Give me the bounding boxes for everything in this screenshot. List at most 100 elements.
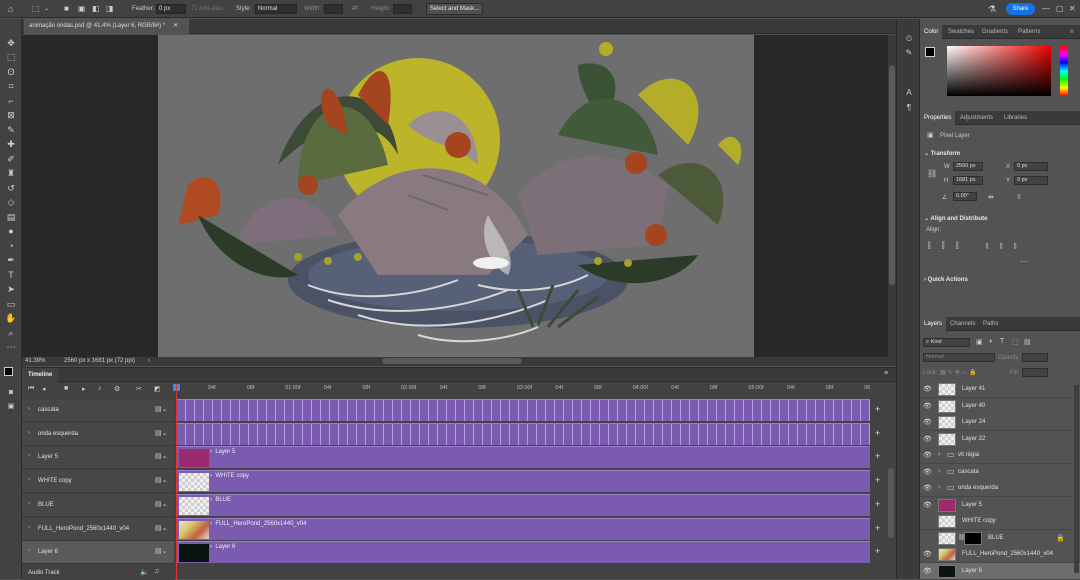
blend-mode-select[interactable]: Normal (923, 353, 995, 362)
kind-filter-select[interactable]: ⌕ Kind (923, 338, 970, 347)
type-tool-icon[interactable]: T (4, 269, 18, 281)
timeline-track-label[interactable]: › cascata ▤⌄ (22, 399, 174, 422)
zoom-level[interactable]: 41.39% (25, 357, 45, 366)
canvas-area[interactable] (22, 35, 888, 357)
visibility-eye-icon[interactable]: 👁 (923, 567, 932, 576)
filter-smart-icon[interactable]: ▤ (1024, 338, 1031, 346)
visibility-eye-icon[interactable] (923, 534, 932, 543)
pen-tool-icon[interactable]: ✒ (4, 254, 18, 266)
visibility-eye-icon[interactable]: 👁 (923, 385, 932, 394)
timeline-track-label[interactable]: › Layer 6 ▤⌄ (22, 541, 174, 564)
music-note-icon[interactable]: ♫ (154, 568, 159, 575)
lock-options-icon[interactable]: ▦✎✥▭🔒 (940, 369, 979, 376)
width-input[interactable] (324, 4, 343, 14)
filmstrip-icon[interactable]: ▤⌄ (155, 452, 167, 460)
add-media-button[interactable]: + (875, 451, 880, 461)
object-select-icon[interactable]: ⌗ (4, 80, 18, 92)
filmstrip-icon[interactable]: ▤⌄ (155, 405, 167, 413)
timeline-track-label[interactable]: › FULL_HeroPond_2560x1440_v04 ▤⌄ (22, 518, 174, 541)
add-selection-icon[interactable]: ▣ (78, 3, 86, 15)
vertical-scroll-thumb[interactable] (889, 65, 895, 285)
eyedropper-icon[interactable]: ✎ (4, 124, 18, 136)
path-select-icon[interactable]: ➤ (4, 283, 18, 295)
x-field[interactable]: 0 px (1014, 162, 1048, 171)
quick-actions-section[interactable]: › Quick Actions (924, 277, 968, 283)
search-flask-icon[interactable]: ⚗ (988, 3, 996, 15)
hue-slider[interactable] (1060, 46, 1068, 96)
frame-strip[interactable] (177, 423, 870, 445)
add-media-button[interactable]: + (875, 523, 880, 533)
tab-paths[interactable]: Paths (979, 317, 1002, 331)
layer-row[interactable]: ⛓ BLUE 🔒 (920, 529, 1080, 547)
expand-arrow-icon[interactable]: › (28, 501, 30, 507)
layer-mask-thumbnail[interactable] (964, 531, 982, 545)
style-select[interactable]: Normal (255, 4, 297, 14)
home-icon[interactable]: ⌂ (8, 3, 13, 15)
screen-mode-icon[interactable]: ▣ (4, 401, 18, 413)
dodge-tool-icon[interactable]: ◔ (4, 240, 18, 252)
filmstrip-icon[interactable]: ▤⌄ (155, 500, 167, 508)
opacity-field[interactable] (1022, 353, 1048, 362)
expand-arrow-icon[interactable]: › (28, 477, 30, 483)
minimize-icon[interactable]: — (1042, 3, 1050, 15)
select-and-mask-button[interactable]: Select and Mask... (426, 3, 483, 15)
tab-swatches[interactable]: Swatches (944, 25, 978, 39)
close-icon[interactable]: ✕ (1069, 3, 1076, 15)
feather-input[interactable]: 0 px (156, 4, 186, 14)
foreground-swatch[interactable] (925, 47, 935, 57)
anti-alias-checkbox[interactable]: ☐ Anti-alias (192, 3, 223, 15)
quick-mask-icon[interactable]: ◙ (4, 387, 18, 399)
layer-row[interactable]: 👁 FULL_HeroPond_2560x1440_v04 (920, 546, 1080, 563)
expand-arrow-icon[interactable]: › (28, 430, 30, 436)
filter-shape-icon[interactable]: ⬚ (1012, 338, 1019, 346)
add-media-button[interactable]: + (875, 499, 880, 509)
layer-row[interactable]: 👁 Layer 6 (920, 562, 1080, 580)
foreground-color-swatch[interactable] (4, 367, 13, 376)
y-field[interactable]: 0 px (1014, 176, 1048, 185)
audio-icon[interactable]: ♪ (98, 385, 102, 392)
fill-field[interactable] (1022, 368, 1048, 377)
more-options-icon[interactable]: ⋯ (1020, 257, 1028, 266)
color-picker-field[interactable] (947, 46, 1051, 96)
visibility-eye-icon[interactable]: 👁 (923, 501, 932, 510)
next-frame-icon[interactable]: ▸ (82, 385, 86, 393)
visibility-eye-icon[interactable]: 👁 (923, 550, 932, 559)
expand-arrow-icon[interactable]: › (28, 406, 30, 412)
chevron-down-icon[interactable]: ⌄ (44, 3, 49, 15)
timeline-track-label[interactable]: › BLUE ▤⌄ (22, 494, 174, 517)
maximize-icon[interactable]: ▢ (1056, 3, 1064, 15)
more-tools-icon[interactable]: ⋯ (4, 341, 18, 353)
transition-icon[interactable]: ◩ (154, 385, 161, 393)
timeline-clip[interactable]: › FULL_HeroPond_2560x1440_v04 (177, 518, 870, 540)
filter-pixel-icon[interactable]: ▣ (976, 338, 983, 346)
align-right-icon[interactable]: ⫿ (956, 241, 959, 251)
character-icon[interactable]: A (903, 87, 915, 99)
subtract-selection-icon[interactable]: ◧ (92, 3, 100, 15)
flip-horizontal-icon[interactable]: ⇹ (988, 193, 994, 201)
layer-row[interactable]: 👁 Layer 5 (920, 496, 1080, 514)
filmstrip-icon[interactable]: ▤⌄ (155, 524, 167, 532)
visibility-eye-icon[interactable]: 👁 (923, 435, 932, 444)
align-left-icon[interactable]: ⫿ (928, 241, 931, 251)
add-media-button[interactable]: + (875, 428, 880, 438)
link-icon[interactable]: ⛓ (927, 169, 937, 178)
tab-properties[interactable]: Properties (920, 111, 956, 125)
layer-row[interactable]: 👁 › ▭ vit régia (920, 447, 1080, 464)
timeline-track-label[interactable]: › Layer 5 ▤⌄ (22, 446, 174, 469)
expand-arrow-icon[interactable]: › (938, 484, 940, 491)
timeline-track-label[interactable]: › WHITE copy ▤⌄ (22, 470, 174, 493)
settings-gear-icon[interactable]: ⚙ (114, 385, 120, 393)
layers-scrollbar[interactable] (1074, 385, 1079, 573)
zoom-tool-icon[interactable]: ⌕ (4, 327, 18, 339)
angle-field[interactable]: 0.00° (953, 192, 977, 201)
timeline-clip[interactable]: › Layer 6 (177, 541, 870, 563)
artboard[interactable] (158, 35, 754, 357)
clone-stamp-icon[interactable]: ♜ (4, 167, 18, 179)
filmstrip-icon[interactable]: ▤⌄ (155, 547, 167, 555)
expand-arrow-icon[interactable]: › (938, 468, 940, 475)
tab-adjustments[interactable]: Adjustments (956, 111, 997, 125)
rectangle-tool-icon[interactable]: ▭ (4, 298, 18, 310)
expand-arrow-icon[interactable]: › (28, 453, 30, 459)
filter-type-icon[interactable]: T (1000, 338, 1004, 345)
speaker-icon[interactable]: 🔈 (140, 568, 149, 576)
